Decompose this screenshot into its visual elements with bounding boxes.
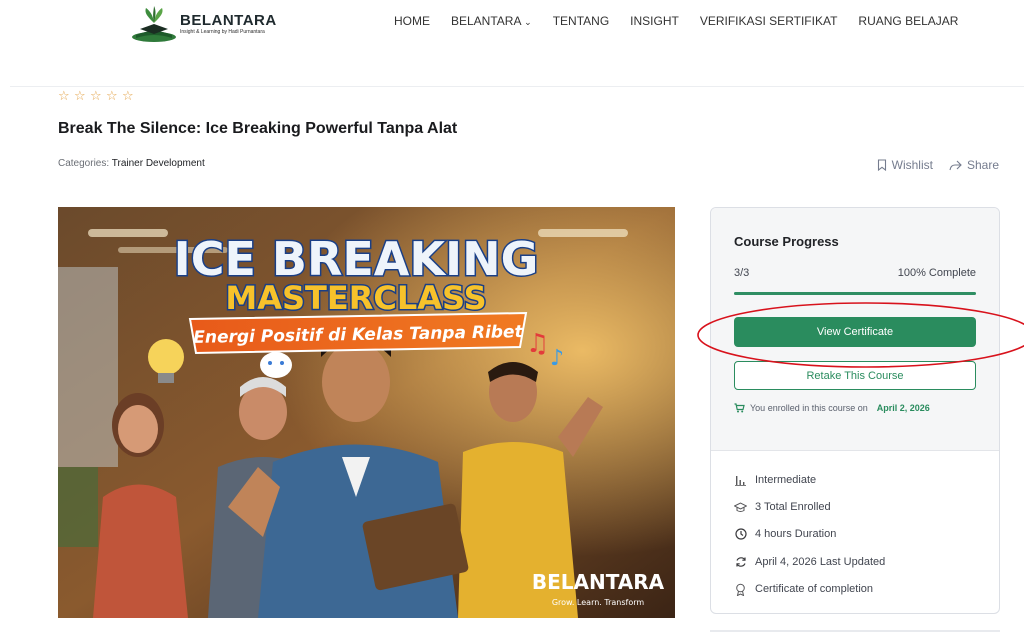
cart-icon (734, 403, 745, 413)
meta-enrolled-text: 3 Total Enrolled (755, 501, 831, 514)
progress-heading: Course Progress (734, 234, 839, 249)
share-button[interactable]: Share (949, 158, 999, 172)
logo-emblem (130, 5, 178, 43)
svg-text:♫: ♫ (526, 329, 549, 359)
nav-ruang-belajar[interactable]: RUANG BELAJAR (858, 14, 958, 28)
meta-certificate: Certificate of completion (734, 576, 976, 603)
nav-insight[interactable]: INSIGHT (630, 14, 679, 28)
logo-tagline: Insight & Learning by Hadi Purnantara (180, 28, 265, 35)
meta-duration-text: 4 hours Duration (755, 528, 837, 541)
wishlist-label: Wishlist (891, 158, 933, 172)
meta-level-text: Intermediate (755, 473, 817, 486)
clock-icon (734, 528, 747, 541)
meta-duration: 4 hours Duration (734, 521, 976, 548)
enrolled-text: You enrolled in this course on (750, 403, 868, 413)
site-logo[interactable]: BELANTARA Insight & Learning by Hadi Pur… (130, 4, 290, 44)
meta-level: Intermediate (734, 466, 976, 493)
nav-tentang[interactable]: TENTANG (553, 14, 609, 28)
level-bars-icon (734, 473, 747, 486)
enrollment-info: You enrolled in this course on April 2, … (734, 403, 976, 413)
share-label: Share (966, 158, 999, 172)
progress-bar-fill (734, 292, 976, 295)
nav-home[interactable]: HOME (394, 14, 430, 28)
progress-bar (734, 292, 976, 295)
wishlist-button[interactable]: Wishlist (877, 158, 933, 172)
category-link[interactable]: Trainer Development (112, 158, 205, 169)
logo-name: BELANTARA (180, 11, 277, 29)
nav-belantara-label: BELANTARA (451, 14, 521, 28)
progress-panel: Course Progress 3/3 100% Complete View C… (711, 208, 999, 451)
star-icon: ☆ (74, 88, 86, 103)
refresh-icon (734, 555, 747, 568)
meta-updated: April 4, 2026 Last Updated (734, 548, 976, 575)
star-icon: ☆ (106, 88, 118, 103)
course-categories: Categories: Trainer Development (58, 158, 205, 169)
enrolled-date: April 2, 2026 (876, 403, 930, 413)
rating-stars: ☆ ☆ ☆ ☆ ☆ (58, 89, 135, 102)
star-icon: ☆ (58, 88, 70, 103)
meta-certificate-text: Certificate of completion (755, 583, 873, 596)
chevron-down-icon: ⌄ (524, 17, 532, 27)
categories-label: Categories: (58, 158, 110, 169)
main-nav: HOME BELANTARA ⌄ TENTANG INSIGHT VERIFIK… (394, 14, 958, 28)
progress-percent: 100% Complete (897, 267, 976, 279)
hero-headline-1: ICE BREAKING (174, 232, 539, 286)
course-thumbnail: ♫ ♪ ICE BREAKING MASTERCLASS Energi Posi… (58, 207, 675, 618)
share-icon (949, 160, 962, 170)
star-icon: ☆ (122, 88, 134, 103)
course-actions: Wishlist Share (877, 158, 999, 172)
course-meta-list: Intermediate 3 Total Enrolled 4 hours Du… (711, 451, 999, 603)
retake-course-button[interactable]: Retake This Course (734, 361, 976, 390)
bookmark-icon (877, 159, 886, 171)
nav-belantara[interactable]: BELANTARA ⌄ (451, 14, 532, 28)
site-header: BELANTARA Insight & Learning by Hadi Pur… (0, 0, 1024, 86)
course-sidebar: Course Progress 3/3 100% Complete View C… (710, 207, 1000, 614)
progress-count: 3/3 (734, 267, 750, 279)
sidebar-next-section-edge (710, 630, 1000, 632)
view-certificate-button[interactable]: View Certificate (734, 317, 976, 347)
course-title: Break The Silence: Ice Breaking Powerful… (58, 120, 458, 137)
certificate-icon (734, 583, 747, 596)
meta-enrolled: 3 Total Enrolled (734, 493, 976, 520)
meta-updated-text: April 4, 2026 Last Updated (755, 555, 886, 568)
nav-verifikasi-sertifikat[interactable]: VERIFIKASI SERTIFIKAT (700, 14, 838, 28)
svg-text:♪: ♪ (550, 346, 564, 371)
star-icon: ☆ (90, 88, 102, 103)
header-divider (10, 86, 1024, 87)
graduation-cap-icon (734, 501, 747, 514)
hero-brand: BELANTARA (532, 570, 665, 594)
hero-brand-tagline: Grow. Learn. Transform (552, 598, 645, 607)
hero-headline-2: MASTERCLASS (225, 279, 486, 317)
